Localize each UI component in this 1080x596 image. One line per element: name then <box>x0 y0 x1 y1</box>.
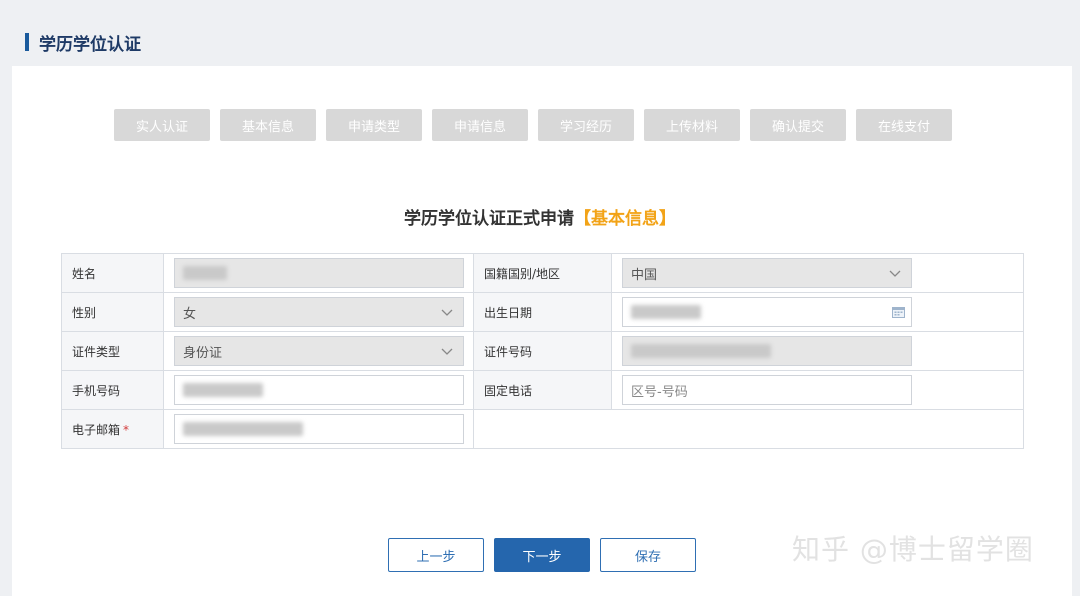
id-type-label: 证件类型 <box>61 331 164 371</box>
header-accent-bar <box>25 33 29 51</box>
email-field[interactable] <box>174 414 464 444</box>
nationality-label: 国籍国别/地区 <box>473 253 612 293</box>
email-label-text: 电子邮箱 <box>72 422 121 437</box>
birthdate-field[interactable] <box>622 297 912 327</box>
nationality-select[interactable]: 中国 <box>622 258 912 288</box>
chevron-down-icon <box>441 309 453 316</box>
form-row: 性别 女 出生日期 <box>61 292 1024 332</box>
step-online-payment[interactable]: 在线支付 <box>856 109 952 141</box>
id-type-select[interactable]: 身份证 <box>174 336 464 366</box>
landline-field[interactable]: 区号-号码 <box>622 375 912 405</box>
chevron-down-icon <box>889 270 901 277</box>
gender-value: 女 <box>183 306 197 322</box>
name-label: 姓名 <box>61 253 164 293</box>
birthdate-label: 出生日期 <box>473 292 612 332</box>
empty-cell <box>473 409 1024 449</box>
prev-step-button[interactable]: 上一步 <box>388 538 484 572</box>
form-row: 手机号码 固定电话 区号-号码 <box>61 370 1024 410</box>
landline-label: 固定电话 <box>473 370 612 410</box>
id-number-label: 证件号码 <box>473 331 612 371</box>
next-step-button[interactable]: 下一步 <box>494 538 590 572</box>
form-row: 电子邮箱 * <box>61 409 1024 449</box>
redacted-value <box>631 305 701 319</box>
form-title-text: 学历学位认证正式申请 <box>404 209 574 229</box>
form-row: 姓名 国籍国别/地区 中国 <box>61 253 1024 293</box>
calendar-icon[interactable] <box>892 307 905 318</box>
nationality-value: 中国 <box>631 267 658 283</box>
step-upload-materials[interactable]: 上传材料 <box>644 109 740 141</box>
basic-info-form: 姓名 国籍国别/地区 中国 性别 女 出生日期 证件类型 身份证 证件号码 手机… <box>61 253 1024 449</box>
step-basic-info[interactable]: 基本信息 <box>220 109 316 141</box>
id-type-value: 身份证 <box>183 345 223 361</box>
step-application-type[interactable]: 申请类型 <box>326 109 422 141</box>
gender-select[interactable]: 女 <box>174 297 464 327</box>
mobile-field[interactable] <box>174 375 464 405</box>
form-actions: 上一步 下一步 保存 <box>388 538 706 572</box>
redacted-value <box>183 422 303 436</box>
redacted-value <box>183 383 263 397</box>
email-label: 电子邮箱 * <box>61 409 164 449</box>
form-title-section: 【基本信息】 <box>574 209 676 229</box>
form-title: 学历学位认证正式申请【基本信息】 <box>0 204 1080 229</box>
form-row: 证件类型 身份证 证件号码 <box>61 331 1024 371</box>
step-study-history[interactable]: 学习经历 <box>538 109 634 141</box>
id-number-field[interactable] <box>622 336 912 366</box>
step-confirm-submit[interactable]: 确认提交 <box>750 109 846 141</box>
landline-placeholder: 区号-号码 <box>631 384 688 400</box>
gender-label: 性别 <box>61 292 164 332</box>
redacted-value <box>631 344 771 358</box>
page-title: 学历学位认证 <box>39 34 141 55</box>
mobile-label: 手机号码 <box>61 370 164 410</box>
page-header: 学历学位认证 <box>25 32 141 55</box>
chevron-down-icon <box>441 348 453 355</box>
step-progress-bar: 实人认证 基本信息 申请类型 申请信息 学习经历 上传材料 确认提交 在线支付 <box>114 109 962 141</box>
save-button[interactable]: 保存 <box>600 538 696 572</box>
step-real-person-verification[interactable]: 实人认证 <box>114 109 210 141</box>
name-field[interactable] <box>174 258 464 288</box>
redacted-value <box>183 266 227 280</box>
watermark: 知乎 @博士留学圈 <box>792 533 1034 566</box>
step-application-info[interactable]: 申请信息 <box>432 109 528 141</box>
required-asterisk: * <box>123 422 130 437</box>
